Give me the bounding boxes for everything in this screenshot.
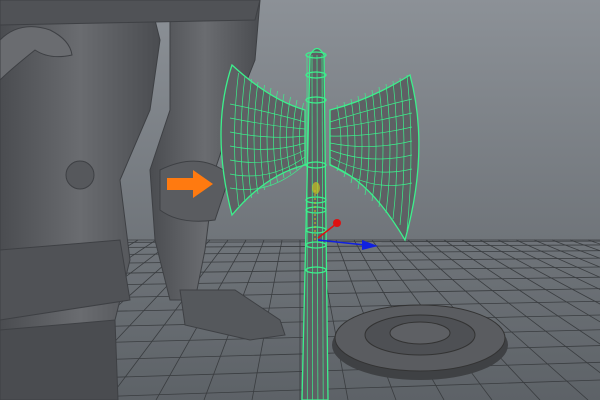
shield-model[interactable] — [332, 304, 508, 380]
viewport-scene[interactable] — [0, 0, 600, 400]
3d-viewport[interactable] — [0, 0, 600, 400]
gizmo-x-handle[interactable] — [333, 219, 341, 227]
pivot-icon — [312, 182, 320, 194]
